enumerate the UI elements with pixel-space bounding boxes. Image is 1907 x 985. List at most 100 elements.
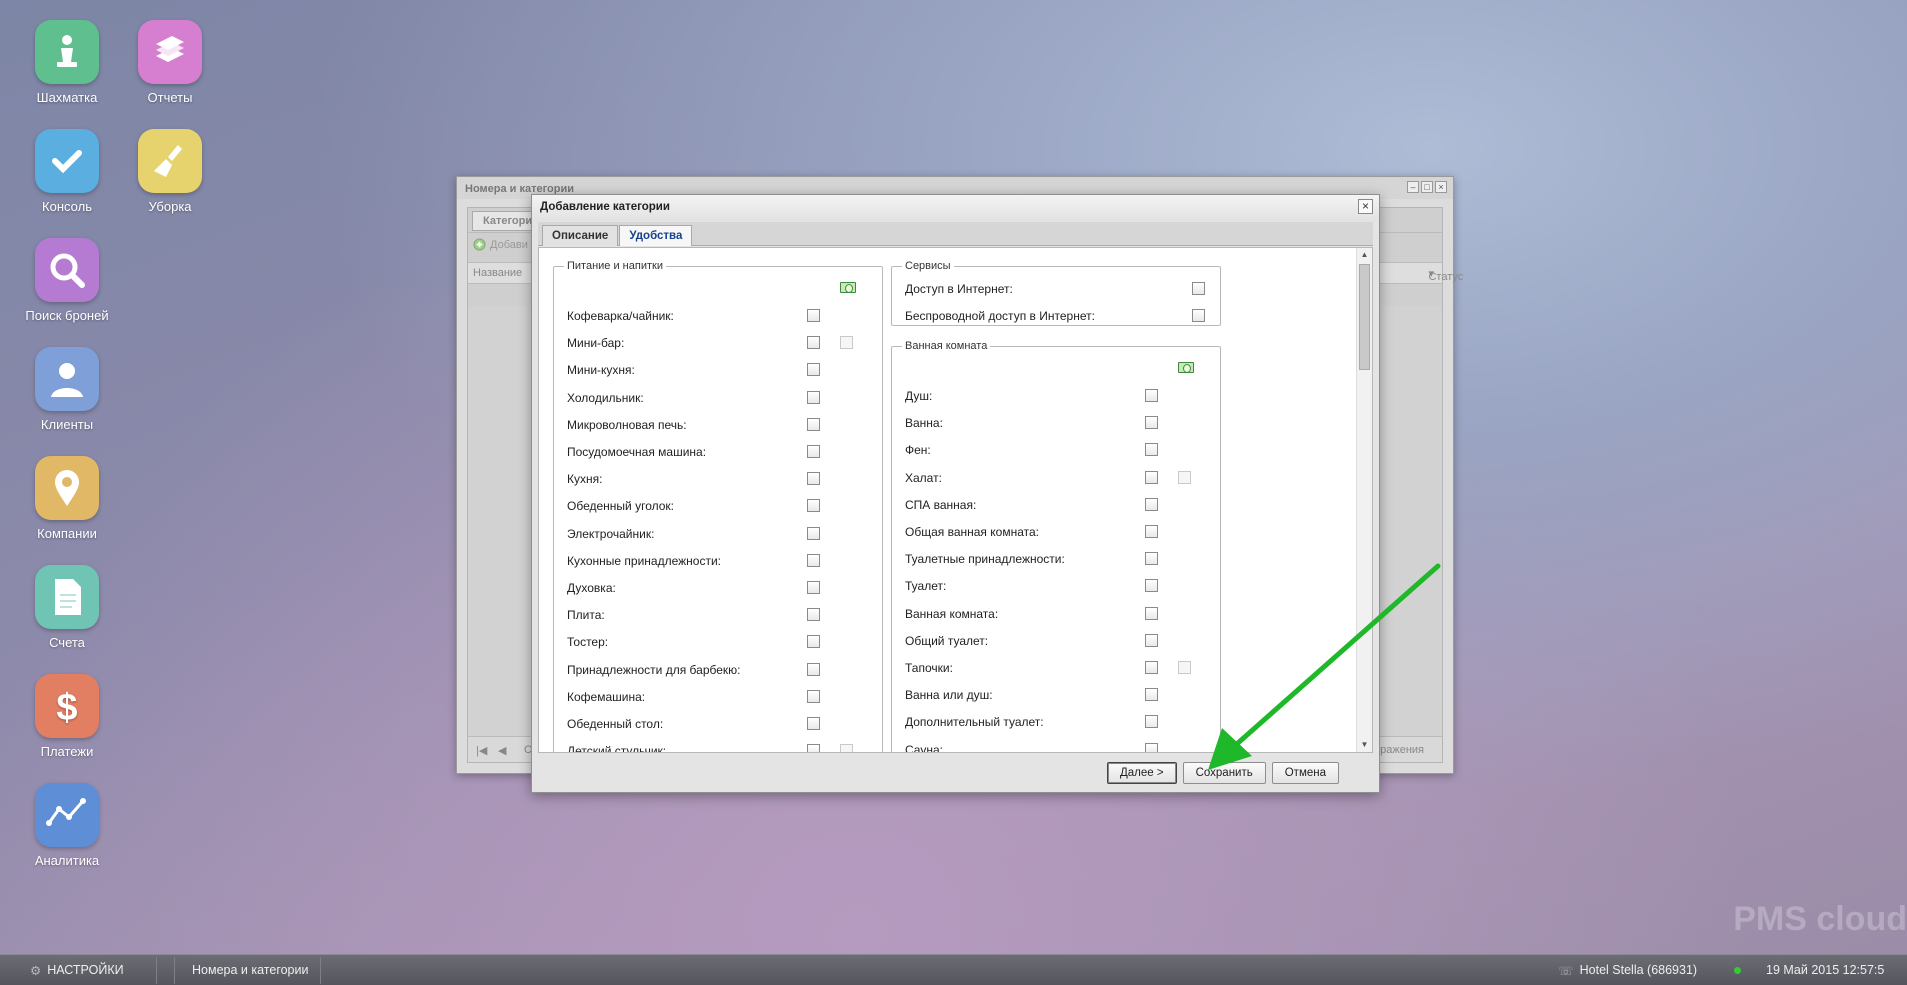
desktop-icon-label: Счета bbox=[49, 635, 85, 650]
amenity-checkbox[interactable] bbox=[807, 526, 820, 540]
amenity-row: Дополнительный туалет: bbox=[892, 713, 1220, 731]
paid-money-icon bbox=[840, 282, 856, 293]
amenity-checkbox[interactable] bbox=[807, 472, 820, 486]
amenity-checkbox[interactable] bbox=[1192, 309, 1205, 322]
column-name[interactable]: Название bbox=[473, 267, 522, 279]
amenity-checkbox[interactable] bbox=[807, 309, 820, 322]
amenity-row: Обеденный уголок: bbox=[554, 497, 882, 515]
prev-page-icon[interactable]: ◀ bbox=[498, 744, 506, 757]
desktop-icon-magnifier[interactable]: Поиск броней bbox=[12, 238, 122, 323]
desktop-icon-checkmark[interactable]: Консоль bbox=[12, 129, 122, 214]
amenity-checkbox[interactable] bbox=[1145, 661, 1158, 674]
tab-amenities[interactable]: Удобства bbox=[619, 225, 693, 246]
amenity-checkbox[interactable] bbox=[1145, 497, 1158, 511]
desktop-icon-label: Поиск броней bbox=[25, 308, 109, 323]
amenity-label: Беспроводной доступ в Интернет: bbox=[905, 309, 1095, 323]
amenity-checkbox[interactable] bbox=[1145, 606, 1158, 620]
amenity-label: Кухня: bbox=[567, 472, 603, 487]
taskbar-window-item[interactable]: Номера и категории bbox=[192, 955, 308, 985]
scroll-thumb[interactable] bbox=[1359, 264, 1370, 370]
next-button[interactable]: Далее > bbox=[1106, 762, 1177, 784]
magnifier-icon bbox=[35, 238, 99, 302]
amenity-checkbox[interactable] bbox=[807, 445, 820, 458]
amenity-row: Тостер: bbox=[554, 633, 882, 651]
map-pin-icon bbox=[35, 456, 99, 520]
amenity-label: Доступ в Интернет: bbox=[905, 282, 1013, 296]
person-icon bbox=[35, 347, 99, 411]
amenity-label: Туалетные принадлежности: bbox=[905, 552, 1065, 567]
amenity-label: Дополнительный туалет: bbox=[905, 715, 1044, 730]
close-icon[interactable]: × bbox=[1435, 181, 1447, 193]
amenity-checkbox[interactable] bbox=[1145, 715, 1158, 729]
checkmark-icon bbox=[35, 129, 99, 193]
paid-checkbox[interactable] bbox=[1178, 470, 1191, 484]
desktop-icon-label: Клиенты bbox=[40, 417, 94, 432]
amenity-checkbox[interactable] bbox=[807, 744, 820, 752]
amenity-checkbox[interactable] bbox=[1145, 633, 1158, 647]
amenity-label: Обеденный стол: bbox=[567, 717, 664, 731]
desktop-icon-label: Платежи bbox=[40, 744, 94, 759]
amenity-checkbox[interactable] bbox=[807, 499, 820, 513]
amenity-checkbox[interactable] bbox=[1145, 416, 1158, 430]
amenity-checkbox[interactable] bbox=[1145, 443, 1158, 457]
amenity-label: Обеденный уголок: bbox=[567, 499, 674, 514]
tab-description[interactable]: Описание bbox=[542, 225, 619, 246]
maximize-icon[interactable]: □ bbox=[1421, 181, 1433, 193]
paid-checkbox[interactable] bbox=[840, 744, 853, 752]
desktop-icon-person[interactable]: Клиенты bbox=[12, 347, 122, 432]
amenity-checkbox[interactable] bbox=[807, 553, 820, 567]
amenity-checkbox[interactable] bbox=[807, 608, 820, 622]
scroll-up-icon[interactable]: ▲ bbox=[1357, 248, 1372, 262]
amenity-checkbox[interactable] bbox=[1192, 282, 1205, 295]
amenity-checkbox[interactable] bbox=[1145, 688, 1158, 702]
amenity-row: Кофеварка/чайник: bbox=[554, 307, 882, 325]
amenity-checkbox[interactable] bbox=[807, 390, 820, 404]
amenity-label: Тостер: bbox=[567, 635, 609, 650]
amenity-label: Кофемашина: bbox=[567, 689, 646, 704]
desktop-icon-chess-pawn[interactable]: Шахматка bbox=[12, 20, 122, 105]
amenity-checkbox[interactable] bbox=[1145, 470, 1158, 484]
settings-button[interactable]: ⚙ НАСТРОЙКИ bbox=[30, 955, 124, 985]
settings-label: НАСТРОЙКИ bbox=[47, 963, 124, 977]
amenity-row: Ванна или душ: bbox=[892, 686, 1220, 704]
amenity-checkbox[interactable] bbox=[1145, 525, 1158, 538]
minimize-icon[interactable]: – bbox=[1407, 181, 1419, 193]
amenity-checkbox[interactable] bbox=[807, 689, 820, 703]
amenity-row: Посудомоечная машина: bbox=[554, 443, 882, 461]
amenity-checkbox[interactable] bbox=[807, 363, 820, 377]
status-dot bbox=[1734, 955, 1741, 985]
amenity-checkbox[interactable] bbox=[807, 662, 820, 676]
dialog-close-icon[interactable]: × bbox=[1358, 199, 1373, 214]
hotel-selector[interactable]: ☏ Hotel Stella (686931) bbox=[1558, 955, 1697, 985]
amenity-checkbox[interactable] bbox=[807, 336, 820, 350]
amenity-row: Доступ в Интернет: bbox=[892, 280, 1220, 298]
add-button[interactable]: Добави bbox=[473, 238, 528, 251]
amenity-row: Душ: bbox=[892, 387, 1220, 405]
amenity-row: Фен: bbox=[892, 441, 1220, 459]
desktop-icon-map-pin[interactable]: Компании bbox=[12, 456, 122, 541]
amenity-checkbox[interactable] bbox=[1145, 742, 1158, 752]
amenity-label: Кофеварка/чайник: bbox=[567, 309, 674, 323]
amenity-row: Детский стульчик: bbox=[554, 742, 882, 752]
amenity-checkbox[interactable] bbox=[807, 717, 820, 730]
amenity-checkbox[interactable] bbox=[807, 581, 820, 594]
desktop-icon-broom[interactable]: Уборка bbox=[115, 129, 225, 214]
first-page-icon[interactable]: |◀ bbox=[476, 744, 487, 757]
amenity-label: Сауна: bbox=[905, 742, 943, 753]
document-icon bbox=[35, 565, 99, 629]
amenity-checkbox[interactable] bbox=[1145, 389, 1158, 402]
desktop-icon-dollar[interactable]: $ Платежи bbox=[12, 674, 122, 759]
paid-checkbox[interactable] bbox=[840, 336, 853, 350]
amenity-checkbox[interactable] bbox=[1145, 552, 1158, 566]
amenity-row: Духовка: bbox=[554, 579, 882, 597]
column-status[interactable]: Статус ▾ bbox=[1428, 267, 1463, 283]
datetime: 19 Май 2015 12:57:5 bbox=[1766, 963, 1885, 977]
amenity-checkbox[interactable] bbox=[807, 635, 820, 649]
amenity-checkbox[interactable] bbox=[1145, 579, 1158, 593]
desktop-icon-books[interactable]: Отчеты bbox=[115, 20, 225, 105]
amenity-checkbox[interactable] bbox=[807, 417, 820, 431]
desktop-icon-document[interactable]: Счета bbox=[12, 565, 122, 650]
desktop-icon-line-chart[interactable]: Аналитика bbox=[12, 783, 122, 868]
amenity-row: Туалетные принадлежности: bbox=[892, 550, 1220, 568]
amenity-label: Общая ванная комната: bbox=[905, 525, 1039, 539]
